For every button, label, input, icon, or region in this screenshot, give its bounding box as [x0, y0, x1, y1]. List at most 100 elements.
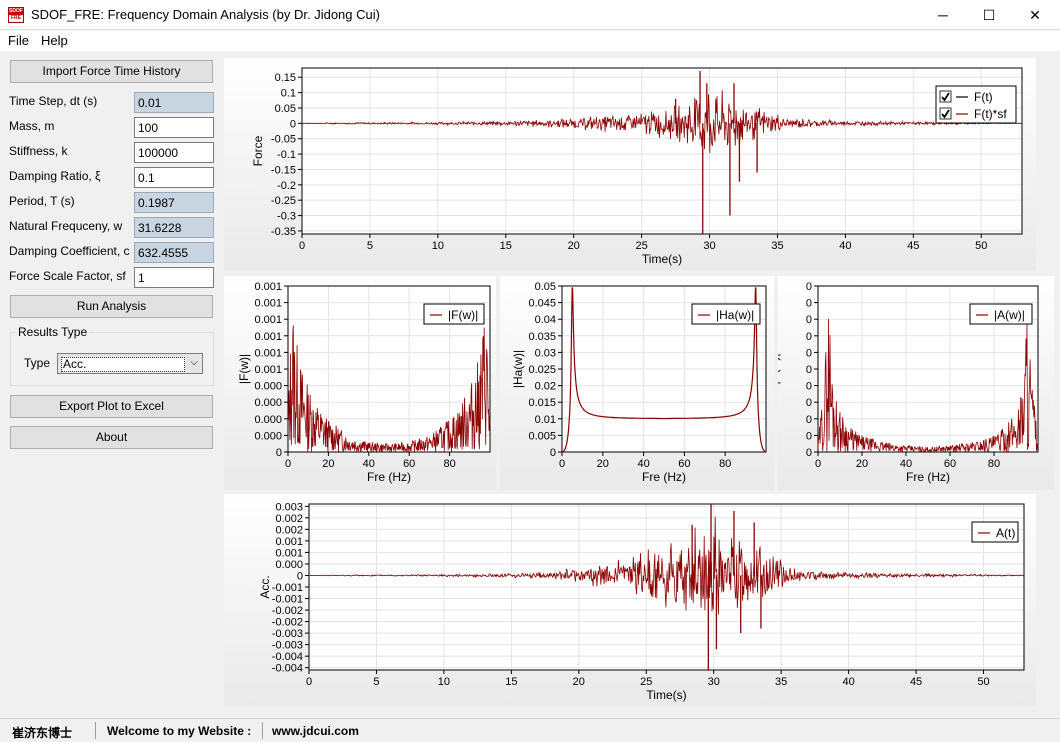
time-step-field[interactable]: 0.01: [134, 92, 214, 113]
y-tick-label: 0.05: [535, 281, 556, 293]
stiffness-field[interactable]: 100000: [134, 142, 214, 163]
x-tick-label: 15: [505, 676, 517, 688]
y-tick-label: 0.003: [275, 501, 303, 513]
y-tick-label: 0.001: [254, 331, 282, 343]
y-axis-label: Acc.: [258, 575, 272, 598]
legend-checkbox: [939, 90, 952, 103]
window-title: SDOF_FRE: Frequency Domain Analysis (by …: [31, 7, 380, 22]
y-tick-label: 0: [276, 447, 282, 459]
status-separator: [95, 722, 96, 739]
y-tick-label: 0: [806, 331, 812, 343]
force-scale-factor-field[interactable]: 1: [134, 267, 214, 288]
menu-bar: File Help: [0, 31, 1060, 51]
status-website-link[interactable]: www.jdcui.com: [272, 724, 359, 738]
y-tick-label: -0.05: [271, 134, 296, 146]
x-tick-label: 0: [306, 676, 312, 688]
y-tick-label: 0.001: [275, 536, 303, 548]
x-axis-label: Time(s): [646, 688, 686, 702]
x-tick-label: 20: [856, 458, 868, 470]
y-tick-label: 0: [806, 397, 812, 409]
y-tick-label: -0.25: [271, 195, 296, 207]
y-tick-label: -0.003: [272, 640, 303, 652]
y-tick-label: 0: [806, 281, 812, 293]
menu-file[interactable]: File: [8, 33, 29, 48]
y-tick-label: 0.001: [254, 281, 282, 293]
y-tick-label: -0.15: [271, 164, 296, 176]
fw-spectrum-chart: 0 20 40 60 80 0.001 0.001 0.001 0.001 0.001 0.001 0…: [224, 276, 496, 490]
param-label: Time Step, dt (s): [9, 94, 98, 108]
y-axis-label: |F(w)|: [237, 354, 251, 384]
status-separator: [262, 722, 263, 739]
y-tick-label: 0: [297, 570, 303, 582]
force-time-chart: 0 5 10 15 20 25 30 35 40 45 50 0.15 0.1 0.05 0 -0.05 -0.…: [224, 58, 1036, 270]
y-tick-label: 0.000: [254, 397, 282, 409]
param-label: Natural Frequceny, w: [9, 219, 123, 233]
x-axis-label: Time(s): [642, 252, 682, 266]
x-tick-label: 80: [988, 458, 1000, 470]
x-axis-label: Fre (Hz): [906, 470, 950, 484]
chevron-down-icon: ⌵: [190, 357, 198, 368]
force-time-plot: 0 5 10 15 20 25 30 35 40 45 50 0.15 0.1 0.05 0 -0.05 -0.…: [224, 58, 1036, 270]
x-axis-label: Fre (Hz): [642, 470, 686, 484]
y-tick-label: -0.001: [272, 582, 303, 594]
x-tick-label: 60: [678, 458, 690, 470]
about-button[interactable]: About: [10, 426, 213, 449]
y-tick-label: -0.2: [277, 180, 296, 192]
y-tick-label: 0.005: [528, 430, 556, 442]
import-force-button[interactable]: Import Force Time History: [10, 60, 213, 83]
y-tick-label: 0.001: [254, 347, 282, 359]
y-tick-label: 0.04: [535, 314, 556, 326]
param-label: Damping Coefficient, c: [9, 244, 130, 258]
x-tick-label: 0: [559, 458, 565, 470]
param-label: Force Scale Factor, sf: [9, 269, 126, 283]
export-plot-button[interactable]: Export Plot to Excel: [10, 395, 213, 418]
menu-help[interactable]: Help: [41, 33, 68, 48]
maximize-button[interactable]: ☐: [966, 0, 1012, 30]
x-tick-label: 30: [703, 240, 715, 252]
y-tick-label: -0.004: [272, 651, 303, 663]
y-axis-label: |Ha(w)|: [511, 350, 525, 388]
legend-label: |Ha(w)|: [716, 308, 754, 322]
aw-spectrum-chart: 0 20 40 60 80 0 0 0 0 0 0 0 0 0 0 0 Fre (Hz) |A(w)| |A(w)|: [778, 276, 1054, 490]
y-tick-label: 0.001: [275, 547, 303, 559]
status-author: 崔济东博士: [12, 726, 73, 740]
damping-coefficient-field[interactable]: 632.4555: [134, 242, 214, 263]
x-tick-label: 50: [977, 676, 989, 688]
y-tick-label: 0.025: [528, 364, 556, 376]
y-tick-label: -0.1: [277, 149, 296, 161]
aw-spectrum-plot: 0 20 40 60 8000000000000Fre (Hz)|A(w)||A(w)|: [778, 276, 1054, 490]
y-tick-label: 0.000: [254, 414, 282, 426]
y-tick-label: 0.15: [275, 72, 296, 84]
x-tick-label: 25: [635, 240, 647, 252]
natural-frequency-field[interactable]: 31.6228: [134, 217, 214, 238]
y-axis-label: |A(w)|: [778, 354, 781, 385]
type-select-value: Acc.: [61, 357, 185, 372]
results-type-group: Results Type Type Acc. ⌵: [10, 325, 214, 386]
minimize-button[interactable]: ─: [920, 0, 966, 30]
x-tick-label: 5: [373, 676, 379, 688]
x-tick-label: 0: [285, 458, 291, 470]
y-tick-label: 0: [806, 314, 812, 326]
y-tick-label: 0.001: [254, 364, 282, 376]
mass-field[interactable]: 100: [134, 117, 214, 138]
x-tick-label: 25: [640, 676, 652, 688]
period-field[interactable]: 0.1987: [134, 192, 214, 213]
damping-ratio-field[interactable]: 0.1: [134, 167, 214, 188]
x-tick-label: 35: [771, 240, 783, 252]
x-tick-label: 35: [775, 676, 787, 688]
x-tick-label: 50: [975, 240, 987, 252]
legend-label: F(t)*sf: [974, 107, 1007, 121]
x-tick-label: 40: [842, 676, 854, 688]
x-tick-label: 45: [910, 676, 922, 688]
run-analysis-button[interactable]: Run Analysis: [10, 295, 213, 318]
results-type-group-label: Results Type: [16, 325, 90, 339]
close-button[interactable]: ✕: [1012, 0, 1058, 30]
type-label: Type: [24, 356, 51, 370]
y-tick-label: -0.002: [272, 605, 303, 617]
haw-transfer-chart: 0 20 40 60 80 0.05 0.045 0.04 0.035 0.03 0.025 0.02…: [500, 276, 774, 490]
x-tick-label: 20: [597, 458, 609, 470]
type-select[interactable]: Acc. ⌵: [57, 353, 203, 374]
x-tick-label: 45: [907, 240, 919, 252]
x-tick-label: 5: [367, 240, 373, 252]
param-label: Damping Ratio, ξ: [9, 169, 101, 183]
